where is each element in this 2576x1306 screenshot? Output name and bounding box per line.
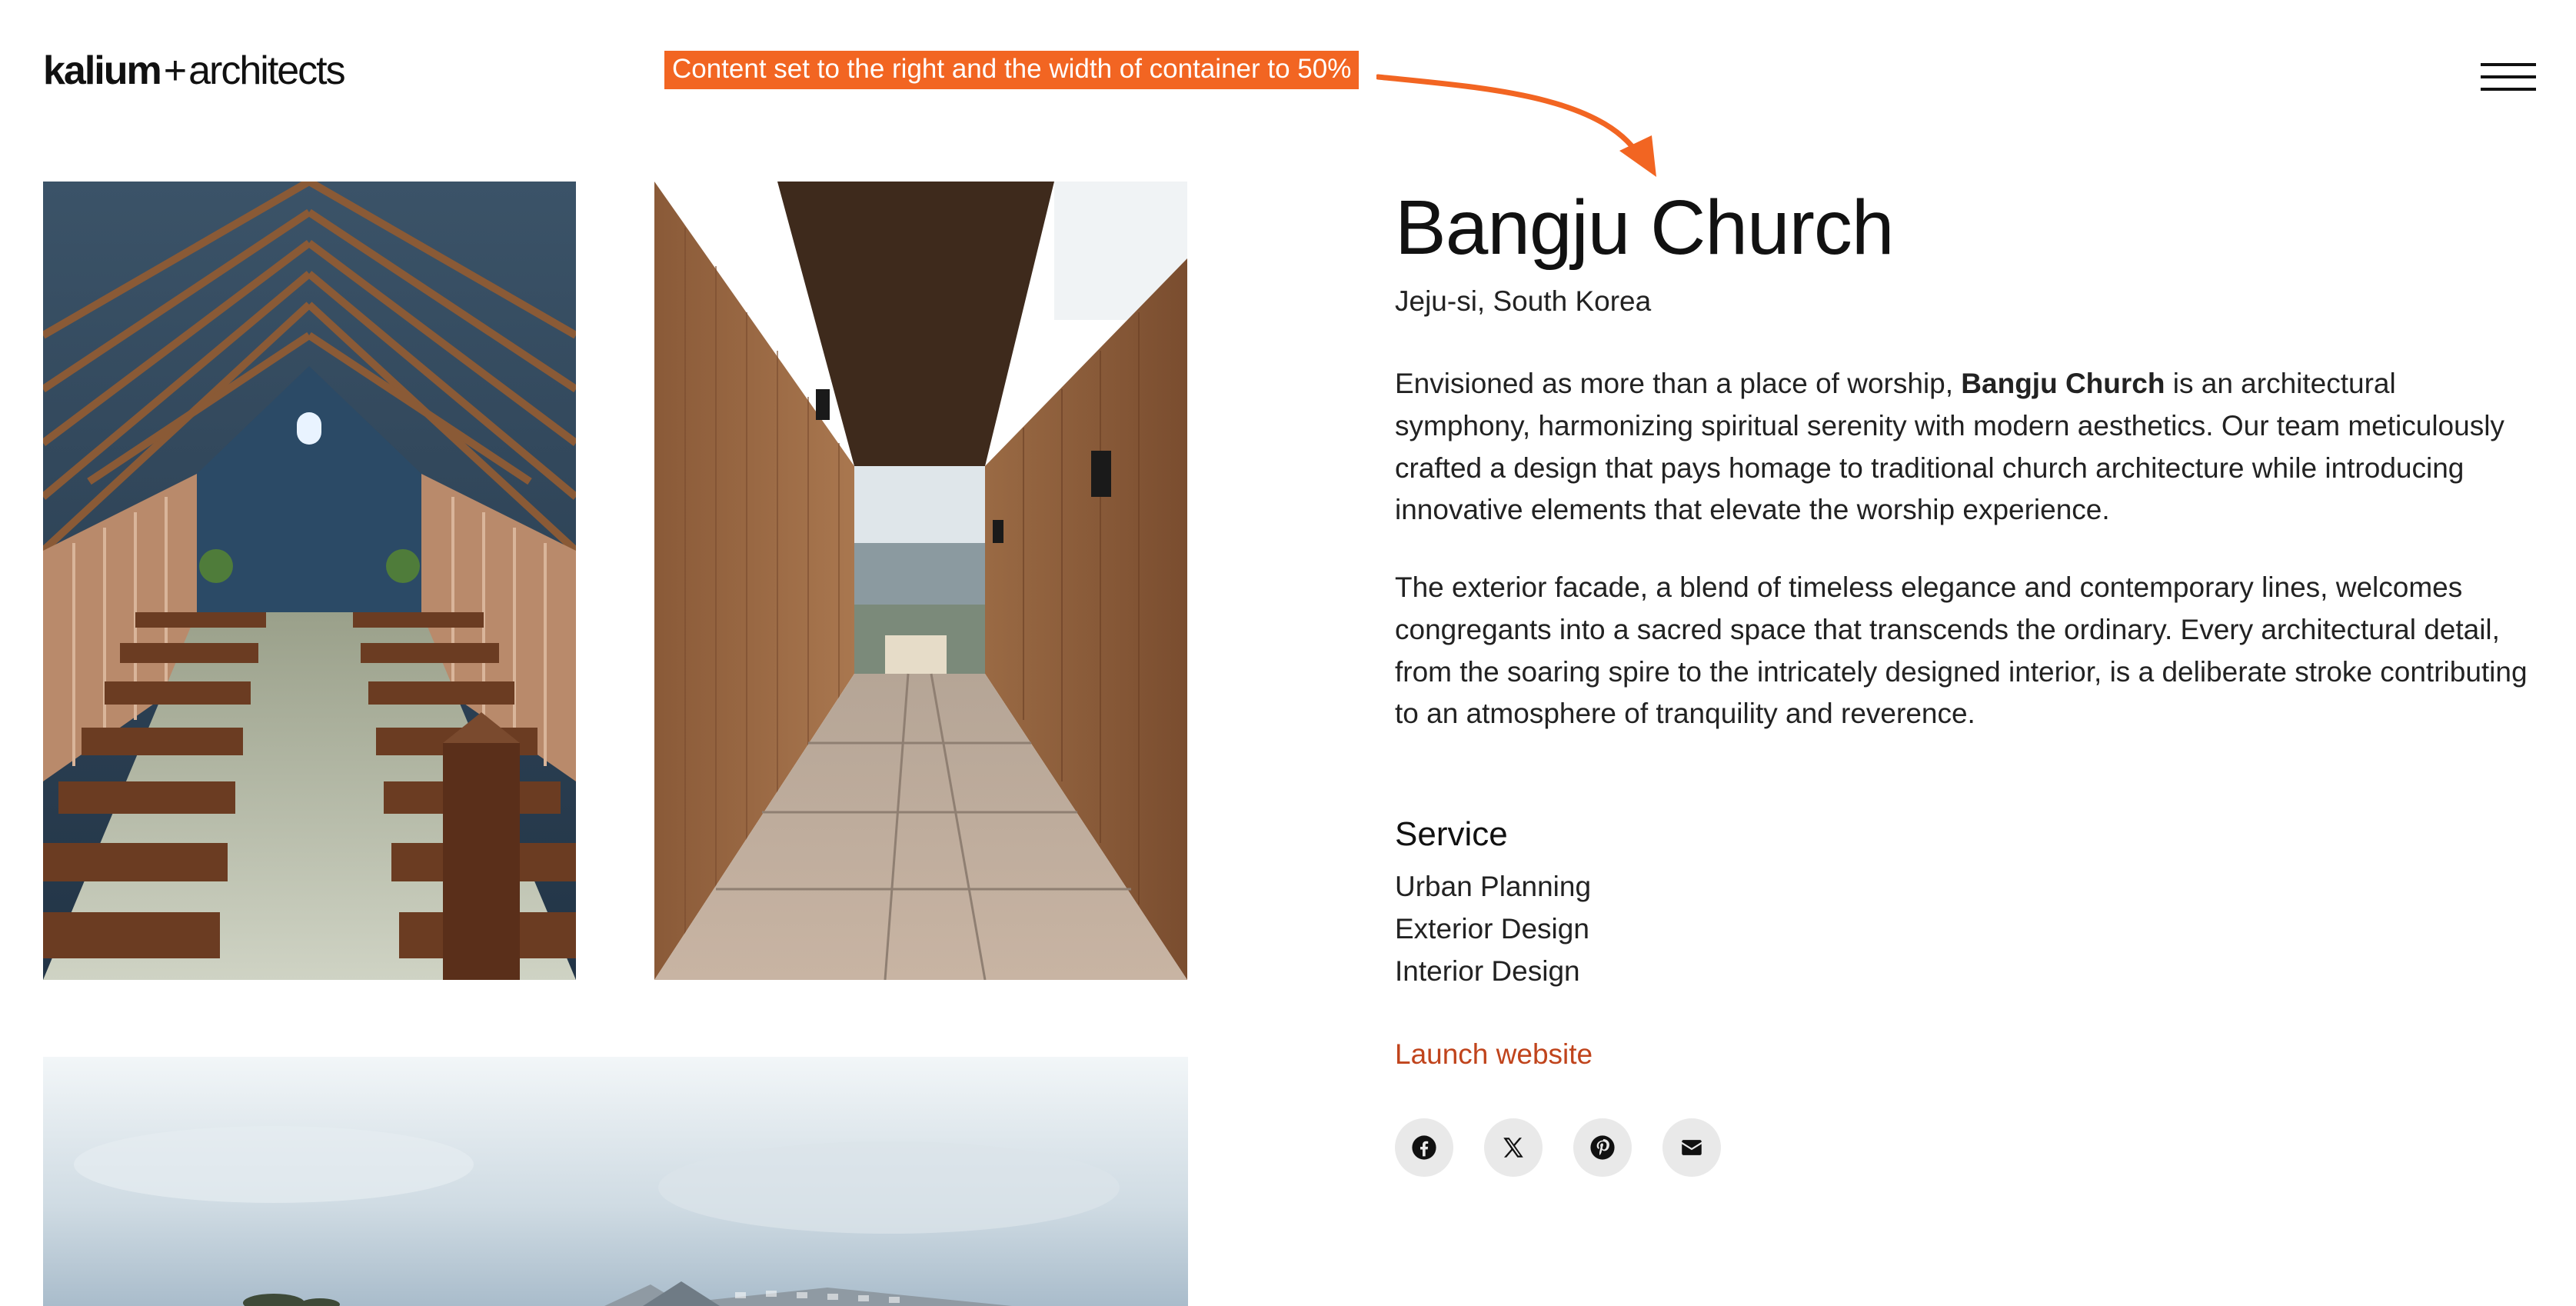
email-icon xyxy=(1682,1140,1702,1156)
annotation-label: Content set to the right and the width o… xyxy=(664,51,1360,89)
description-bold-name: Bangju Church xyxy=(1961,368,2165,400)
social-share-row xyxy=(1395,1118,2533,1178)
church-interior-image xyxy=(43,182,576,980)
site-logo[interactable]: kalium+architects xyxy=(43,48,346,93)
x-icon xyxy=(1503,1138,1523,1158)
wooden-corridor-image xyxy=(654,182,1187,980)
logo-brand: kalium xyxy=(43,48,162,93)
service-item: Urban Planning xyxy=(1395,871,1592,903)
annotation-arrow-icon xyxy=(1376,74,1656,177)
hamburger-menu-button[interactable] xyxy=(2481,60,2536,94)
hamburger-icon-line xyxy=(2481,88,2536,91)
gallery-image-wooden-corridor[interactable] xyxy=(654,182,1187,980)
email-share-button[interactable] xyxy=(1662,1118,1721,1178)
hamburger-icon-line xyxy=(2481,75,2536,78)
project-description-2: The exterior facade, a blend of timeless… xyxy=(1395,571,2528,730)
service-list: Urban Planning Exterior Design Interior … xyxy=(1395,866,2533,992)
service-item: Interior Design xyxy=(1395,955,1580,987)
project-location: Jeju-si, South Korea xyxy=(1395,285,1652,317)
project-title: Bangju Church xyxy=(1395,185,1895,271)
project-description-1: Envisioned as more than a place of worsh… xyxy=(1395,363,2533,531)
x-share-button[interactable] xyxy=(1484,1118,1543,1178)
facebook-icon xyxy=(1412,1135,1436,1160)
facebook-share-button[interactable] xyxy=(1395,1118,1453,1178)
hamburger-icon-line xyxy=(2481,63,2536,66)
pinterest-share-button[interactable] xyxy=(1573,1118,1632,1178)
gallery-image-church-interior[interactable] xyxy=(43,182,576,980)
launch-website-link[interactable]: Launch website xyxy=(1395,1038,1593,1071)
gallery-image-church-exterior[interactable] xyxy=(43,1057,1188,1306)
project-content: Bangju Church Jeju-si, South Korea Envis… xyxy=(1395,182,2533,1178)
church-exterior-image xyxy=(43,1057,1188,1306)
logo-suffix: architects xyxy=(188,48,346,93)
service-item: Exterior Design xyxy=(1395,912,1589,945)
description-text: Envisioned as more than a place of worsh… xyxy=(1395,368,1962,400)
pinterest-icon xyxy=(1590,1135,1615,1160)
service-heading: Service xyxy=(1395,815,1508,854)
logo-plus: + xyxy=(163,48,187,93)
page: kalium+architects Content set to the rig… xyxy=(0,0,2576,1306)
